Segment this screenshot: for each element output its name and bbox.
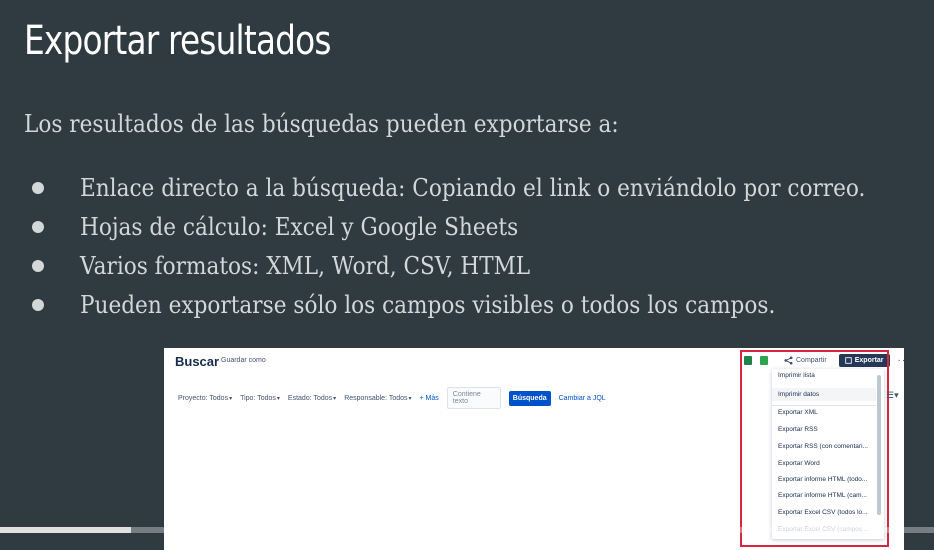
export-icon xyxy=(845,357,852,364)
switch-to-jql-link[interactable]: Cambiar a JQL xyxy=(559,395,606,402)
project-filter[interactable]: Proyecto: Todos▾ xyxy=(178,395,232,402)
menu-scrollbar[interactable] xyxy=(877,375,881,515)
menu-item-export-rss[interactable]: Exportar RSS xyxy=(778,426,818,433)
assignee-filter[interactable]: Responsable: Todos▾ xyxy=(344,395,411,402)
chevron-down-icon: ▾ xyxy=(408,395,412,402)
text-search-input[interactable]: Contiene texto xyxy=(446,387,501,409)
slide-intro: Los resultados de las búsquedas pueden e… xyxy=(24,110,619,138)
video-progress-fill xyxy=(0,527,131,533)
excel-icon[interactable] xyxy=(744,356,752,365)
bullet-item: Varios formatos: XML, Word, CSV, HTML xyxy=(32,246,934,285)
search-button[interactable]: Búsqueda xyxy=(508,390,551,406)
export-button[interactable]: Exportar xyxy=(838,354,890,367)
bullet-item: Pueden exportarse sólo los campos visibl… xyxy=(32,285,934,324)
menu-item-export-xml[interactable]: Exportar XML xyxy=(778,409,818,416)
share-button[interactable]: Compartir xyxy=(784,356,827,365)
slide-title: Exportar resultados xyxy=(24,18,331,64)
more-actions-icon[interactable]: ··· xyxy=(898,355,904,366)
video-progress-bar[interactable] xyxy=(0,527,934,533)
menu-item-export-html-current[interactable]: Exportar informe HTML (cam... xyxy=(778,492,867,499)
google-sheets-icon[interactable] xyxy=(760,356,768,365)
search-page-title: Buscar xyxy=(175,354,220,369)
menu-item-export-rss-comments[interactable]: Exportar RSS (con comentari... xyxy=(778,443,868,450)
bullet-dot-icon xyxy=(32,298,44,311)
menu-item-export-word[interactable]: Exportar Word xyxy=(778,460,820,467)
embedded-screenshot: Buscar Guardar como Proyecto: Todos▾ Tip… xyxy=(164,348,904,550)
chevron-down-icon: ▾ xyxy=(276,395,280,402)
menu-item-export-html-all[interactable]: Exportar informe HTML (todo... xyxy=(778,476,867,483)
share-icon xyxy=(784,356,793,365)
bullet-dot-icon xyxy=(32,220,44,233)
menu-item-export-csv-all[interactable]: Exportar Excel CSV (todos lo... xyxy=(778,509,868,516)
bullet-dot-icon xyxy=(32,181,44,194)
status-filter[interactable]: Estado: Todos▾ xyxy=(288,395,336,402)
menu-item-print-list[interactable]: Imprimir lista xyxy=(778,372,815,379)
bullet-dot-icon xyxy=(32,259,44,272)
bullet-list: Enlace directo a la búsqueda: Copiando e… xyxy=(32,168,934,324)
save-as-link[interactable]: Guardar como xyxy=(221,357,266,364)
chevron-down-icon: ▾ xyxy=(229,395,233,402)
export-dropdown-menu: Imprimir lista Imprimir datos Exportar X… xyxy=(772,369,884,539)
menu-divider xyxy=(772,405,876,406)
type-filter[interactable]: Tipo: Todos▾ xyxy=(240,395,280,402)
filter-bar: Proyecto: Todos▾ Tipo: Todos▾ Estado: To… xyxy=(178,387,606,409)
menu-item-print-details[interactable]: Imprimir datos xyxy=(772,388,876,401)
bullet-item: Enlace directo a la búsqueda: Copiando e… xyxy=(32,168,934,207)
list-view-icon[interactable]: ☰▾ xyxy=(886,390,899,401)
chevron-down-icon: ▾ xyxy=(333,395,337,402)
results-toolbar: Compartir Exportar ··· xyxy=(744,354,904,367)
bullet-item: Hojas de cálculo: Excel y Google Sheets xyxy=(32,207,934,246)
more-filters-button[interactable]: + Más xyxy=(420,395,439,402)
